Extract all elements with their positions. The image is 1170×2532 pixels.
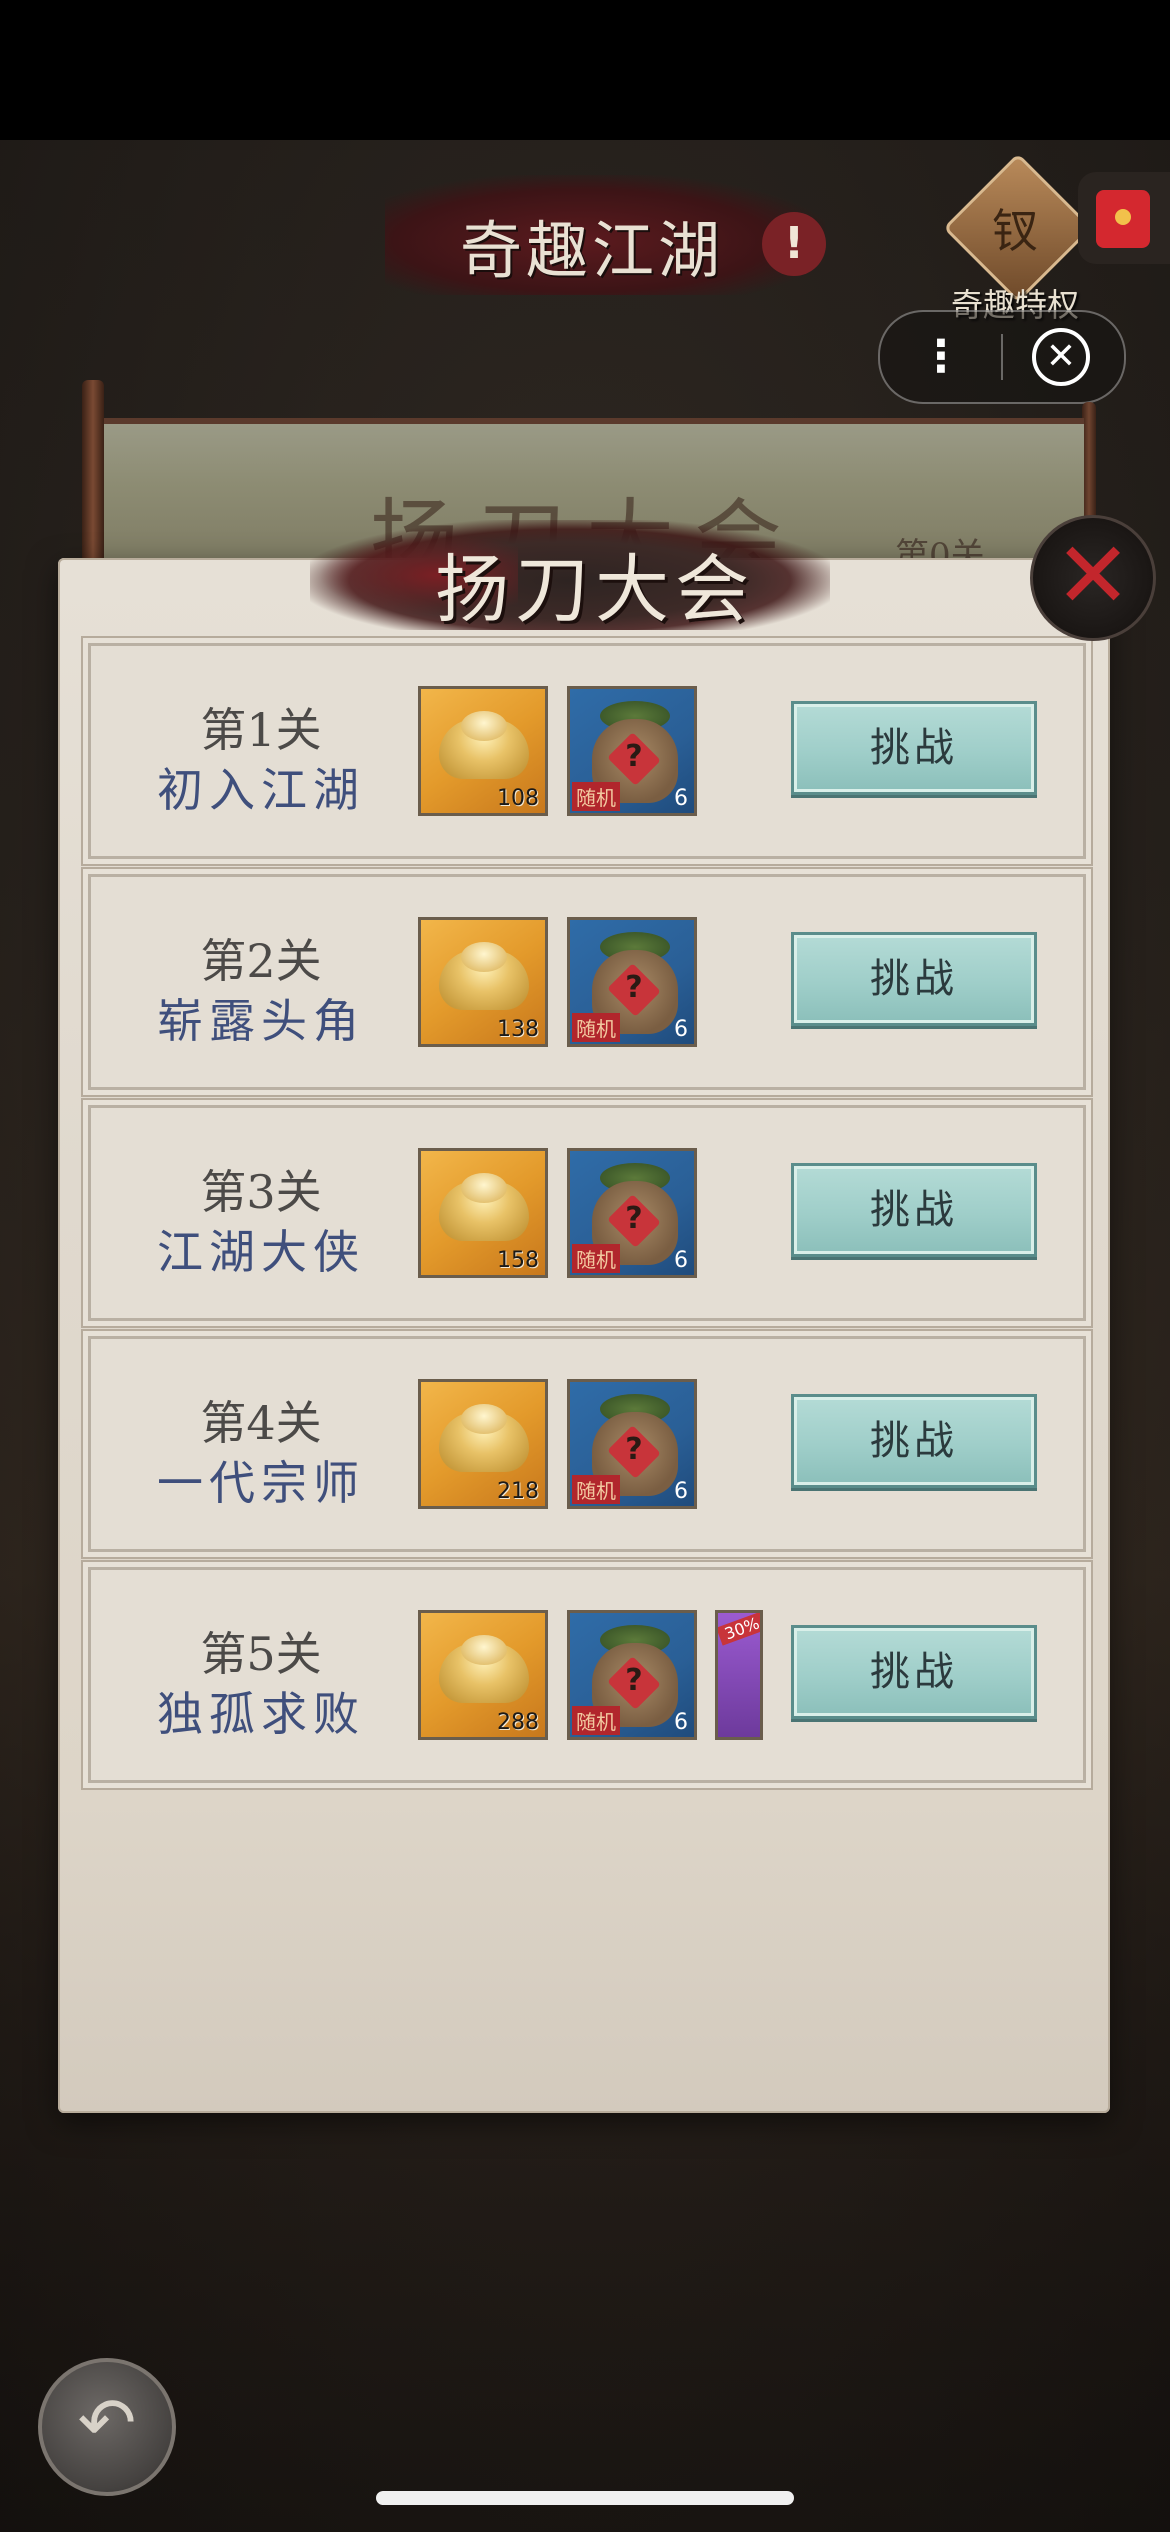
red-packet-button[interactable] [1078,172,1170,264]
status-bar [0,0,1170,140]
stage-level: 第1关 [200,703,322,757]
gold-reward[interactable]: 288 [418,1610,548,1740]
panel-close-button[interactable]: ✕ [1030,515,1156,641]
random-tag: 随机 [572,782,620,811]
bag-count: 6 [674,1479,688,1504]
stage-name: 崭露头角 [157,994,365,1048]
bag-count: 6 [674,1710,688,1735]
random-bag-reward[interactable]: ? 随机 6 [567,686,697,816]
stage-name: 独孤求败 [157,1687,365,1741]
gold-count: 138 [497,1017,539,1042]
stage-row: 第1关 初入江湖 108 ? 随机 6 挑战 [88,643,1086,859]
question-mark-icon: ? [625,1432,643,1467]
random-tag: 随机 [572,1706,620,1735]
privilege-button[interactable]: 钗 奇趣特权 [930,153,1100,325]
stage-row: 第3关 江湖大侠 158 ? 随机 6 挑战 [88,1105,1086,1321]
gold-reward[interactable]: 218 [418,1379,548,1509]
bag-count: 6 [674,786,688,811]
stage-level: 第3关 [200,1165,322,1219]
random-tag: 随机 [572,1013,620,1042]
privilege-glyph: 钗 [992,204,1038,258]
ingot-highlight [461,1173,507,1203]
back-arrow-icon: ↶ [77,2382,137,2464]
home-indicator[interactable] [376,2491,794,2505]
capsule-divider [1001,334,1003,380]
stage-row: 第2关 崭露头角 138 ? 随机 6 挑战 [88,874,1086,1090]
challenge-button[interactable]: 挑战 [791,1625,1037,1719]
challenge-button[interactable]: 挑战 [791,1394,1037,1488]
miniprogram-capsule: ⋮ ✕ [878,310,1126,404]
stage-name: 初入江湖 [157,763,365,817]
random-tag: 随机 [572,1475,620,1504]
bag-count: 6 [674,1248,688,1273]
more-options-icon[interactable]: ⋮ [910,322,972,392]
random-bag-reward[interactable]: ? 随机 6 [567,1610,697,1740]
game-screen: 奇趣江湖 ! 钗 奇趣特权 ⋮ ✕ 扬刀大会 第0关 第1关 初入江湖 108 [0,0,1170,2532]
gold-reward[interactable]: 138 [418,917,548,1047]
challenge-button[interactable]: 挑战 [791,1163,1037,1257]
ingot-highlight [461,942,507,972]
random-bag-reward[interactable]: ? 随机 6 [567,1148,697,1278]
random-tag: 随机 [572,1244,620,1273]
question-mark-icon: ? [625,739,643,774]
red-packet-icon [1096,190,1150,248]
stage-panel: 第1关 初入江湖 108 ? 随机 6 挑战 第2关 崭露头角 138 ? 随机… [58,558,1110,2113]
challenge-button[interactable]: 挑战 [791,701,1037,795]
stage-row: 第5关 独孤求败 288 ? 随机 6 30% 挑战 [88,1567,1086,1783]
scroll-rod-left [82,380,104,570]
stage-row: 第4关 一代宗师 218 ? 随机 6 挑战 [88,1336,1086,1552]
info-icon[interactable]: ! [762,212,826,276]
game-title: 奇趣江湖 [460,214,725,287]
close-miniprogram-icon[interactable]: ✕ [1032,328,1090,386]
stage-level: 第4关 [200,1396,322,1450]
challenge-button[interactable]: 挑战 [791,932,1037,1026]
gold-count: 108 [497,786,539,811]
bonus-reward[interactable]: 30% [715,1610,763,1740]
question-mark-icon: ? [625,1201,643,1236]
panel-title: 扬刀大会 [435,547,755,633]
gold-count: 218 [497,1479,539,1504]
gold-count: 158 [497,1248,539,1273]
random-bag-reward[interactable]: ? 随机 6 [567,1379,697,1509]
ingot-highlight [461,1404,507,1434]
random-bag-reward[interactable]: ? 随机 6 [567,917,697,1047]
ingot-highlight [461,1635,507,1665]
gold-reward[interactable]: 108 [418,686,548,816]
gold-reward[interactable]: 158 [418,1148,548,1278]
question-mark-icon: ? [625,970,643,1005]
question-mark-icon: ? [625,1663,643,1698]
gold-count: 288 [497,1710,539,1735]
back-button[interactable]: ↶ [38,2358,176,2496]
stage-name: 一代宗师 [157,1456,365,1510]
bag-count: 6 [674,1017,688,1042]
ingot-highlight [461,711,507,741]
stage-name: 江湖大侠 [157,1225,365,1279]
bonus-tag: 30% [718,1613,760,1646]
close-icon: ✕ [1054,522,1132,629]
stage-level: 第5关 [200,1627,322,1681]
stage-level: 第2关 [200,934,322,988]
